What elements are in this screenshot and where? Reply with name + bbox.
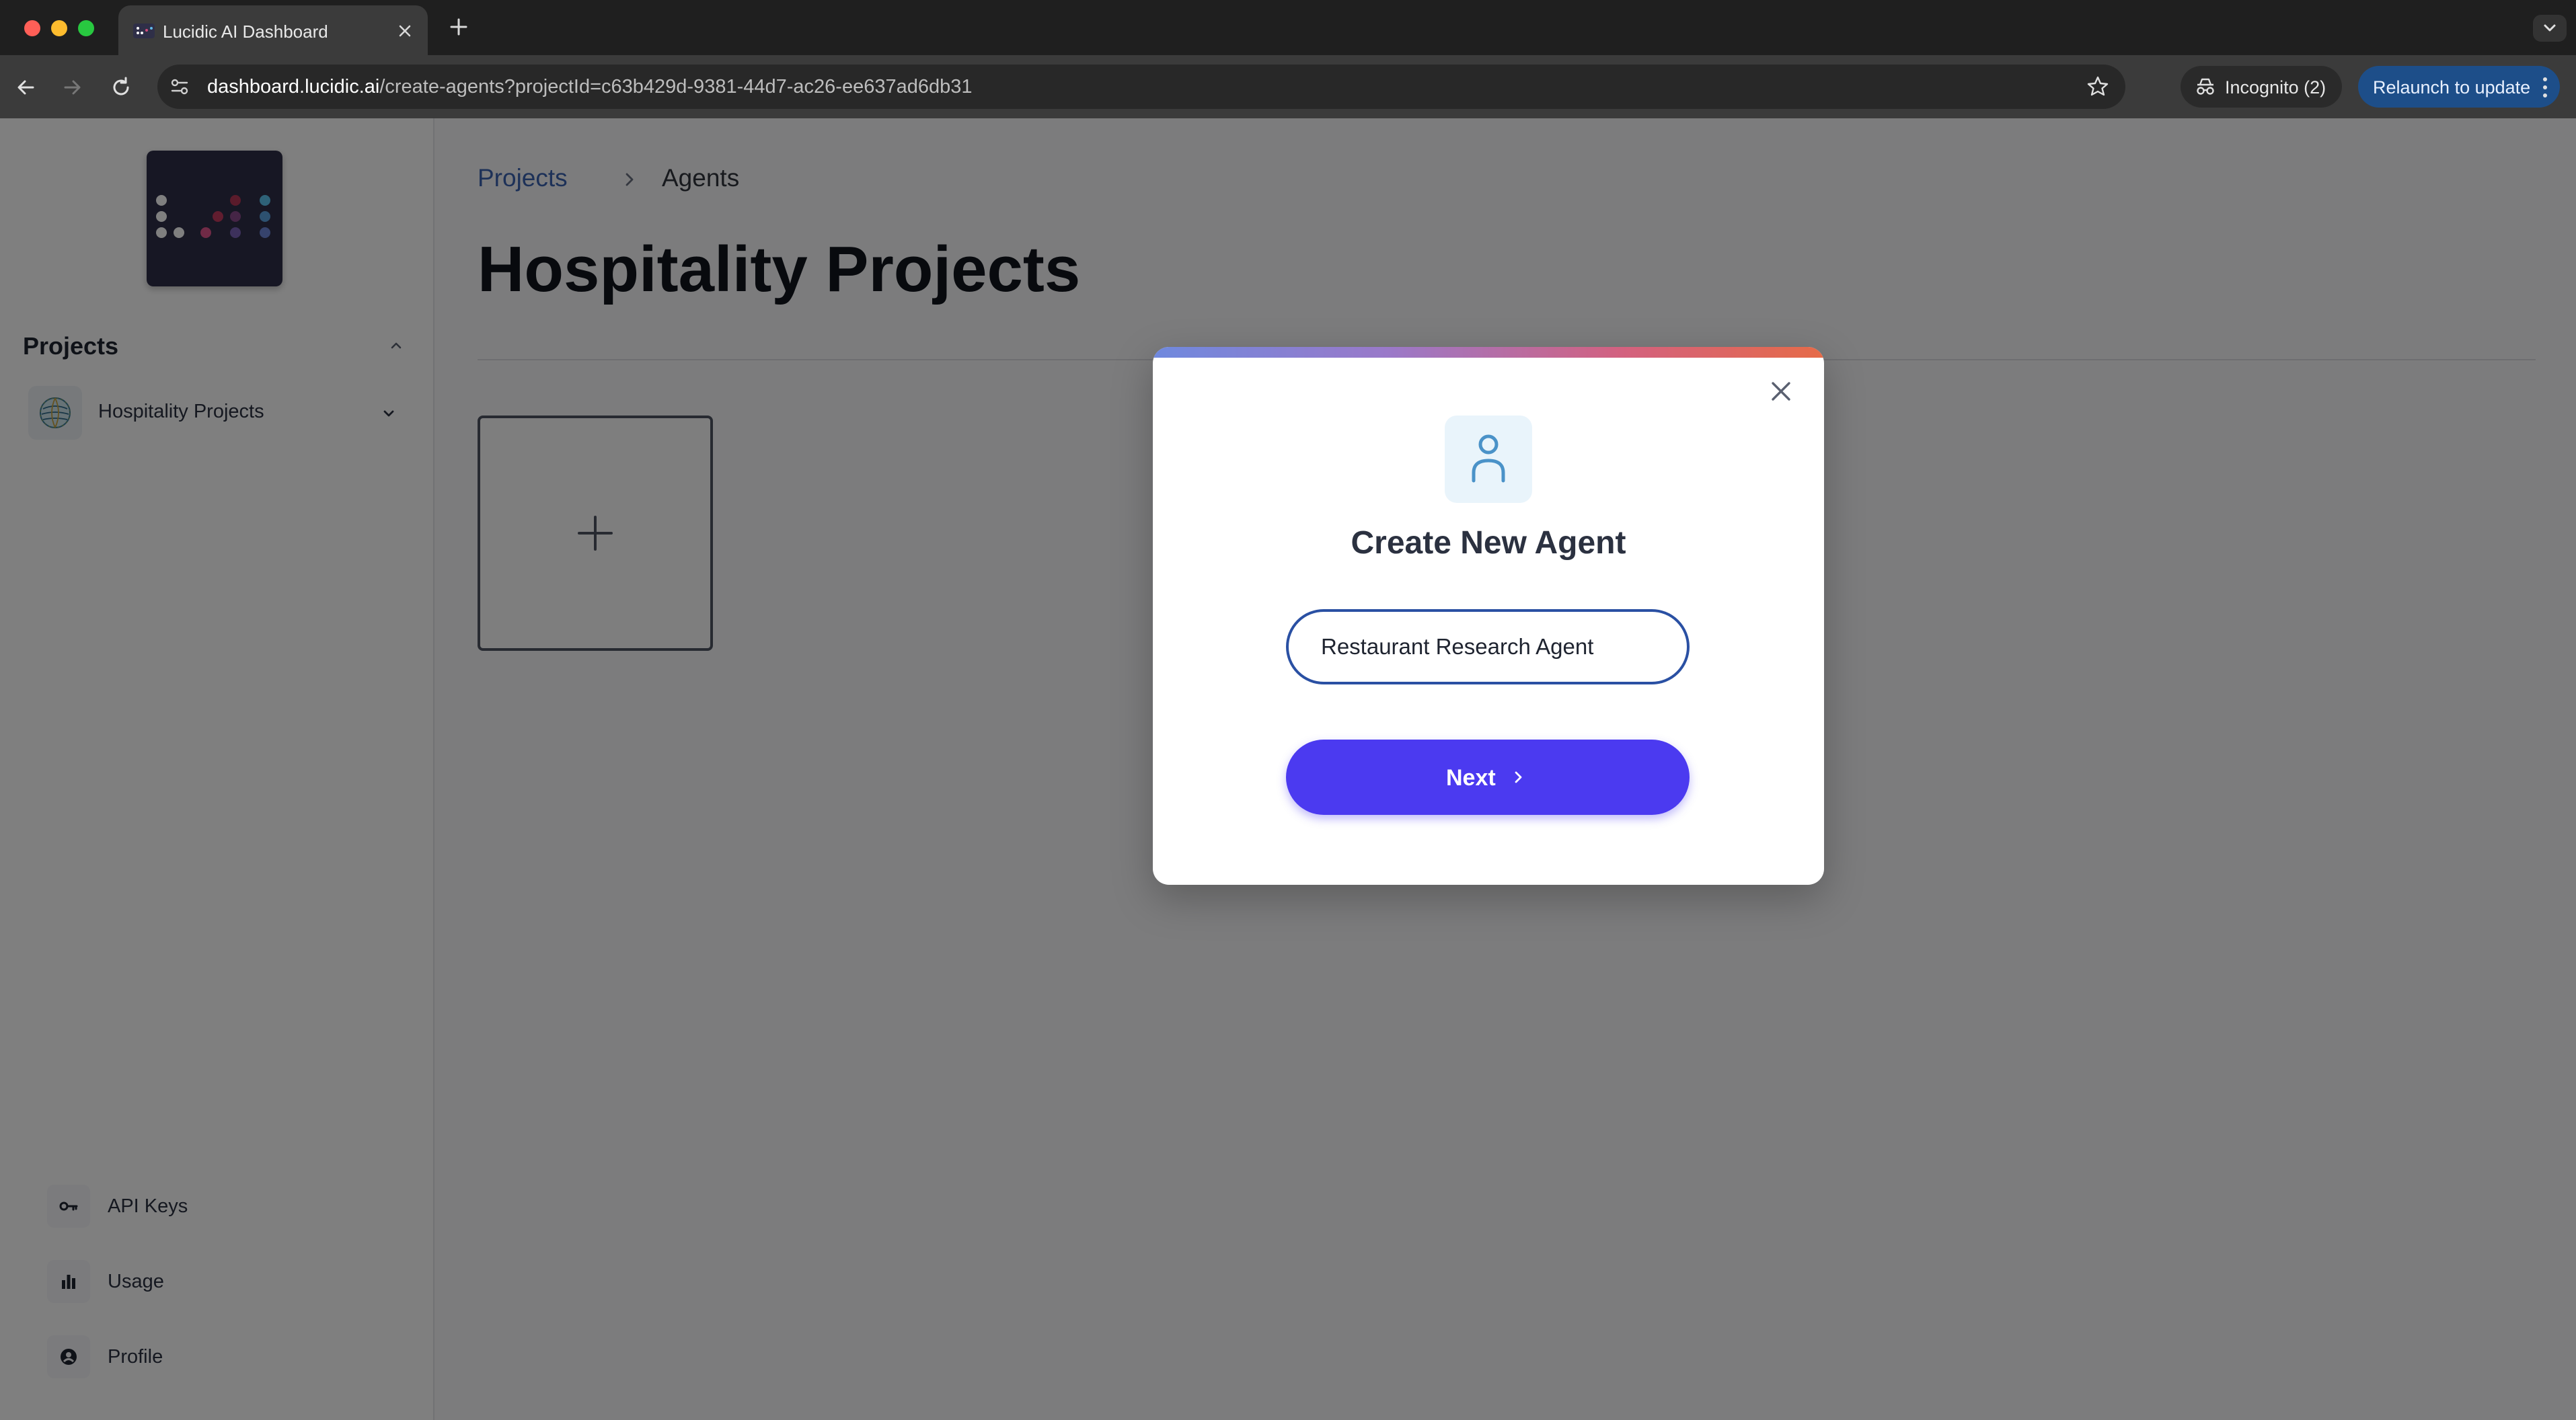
relaunch-to-update-button[interactable]: Relaunch to update <box>2358 66 2560 108</box>
create-agent-modal: Create New Agent Next <box>1153 347 1824 885</box>
next-label: Next <box>1446 765 1496 791</box>
url-text: dashboard.lucidic.ai/create-agents?proje… <box>207 76 973 97</box>
minimize-window-button[interactable] <box>51 20 67 36</box>
bookmark-star-icon[interactable] <box>2085 74 2111 100</box>
forward-arrow-icon[interactable] <box>59 74 86 101</box>
reload-icon[interactable] <box>108 74 135 101</box>
browser-toolbar: dashboard.lucidic.ai/create-agents?proje… <box>0 55 2576 118</box>
relaunch-label: Relaunch to update <box>2373 77 2531 97</box>
lucidic-favicon-icon <box>133 24 155 38</box>
incognito-label: Incognito (2) <box>2225 77 2326 97</box>
site-info-icon[interactable] <box>168 75 191 98</box>
back-arrow-icon[interactable] <box>12 74 39 101</box>
close-icon[interactable] <box>1765 375 1797 407</box>
new-tab-plus-icon[interactable] <box>447 15 471 39</box>
close-window-button[interactable] <box>24 20 40 36</box>
user-icon <box>1472 434 1505 483</box>
chevron-right-icon <box>1515 771 1522 783</box>
tab-search-button[interactable] <box>2533 15 2567 42</box>
modal-accent-bar <box>1153 347 1824 358</box>
more-vertical-icon[interactable] <box>2540 73 2550 102</box>
incognito-icon <box>2197 78 2214 95</box>
incognito-indicator[interactable]: Incognito (2) <box>2181 66 2342 108</box>
agent-name-input[interactable] <box>1286 609 1690 684</box>
chevron-down-icon <box>2544 24 2556 32</box>
tab-bar: Lucidic AI Dashboard <box>0 0 2576 55</box>
tab-close-icon[interactable] <box>394 20 416 42</box>
next-button[interactable]: Next <box>1286 740 1690 815</box>
browser-tab-active[interactable]: Lucidic AI Dashboard <box>118 5 428 55</box>
address-bar[interactable]: dashboard.lucidic.ai/create-agents?proje… <box>157 65 2125 109</box>
agent-icon-tile <box>1445 416 1532 503</box>
maximize-window-button[interactable] <box>78 20 94 36</box>
modal-title: Create New Agent <box>1351 525 1626 561</box>
tab-title: Lucidic AI Dashboard <box>163 22 328 42</box>
